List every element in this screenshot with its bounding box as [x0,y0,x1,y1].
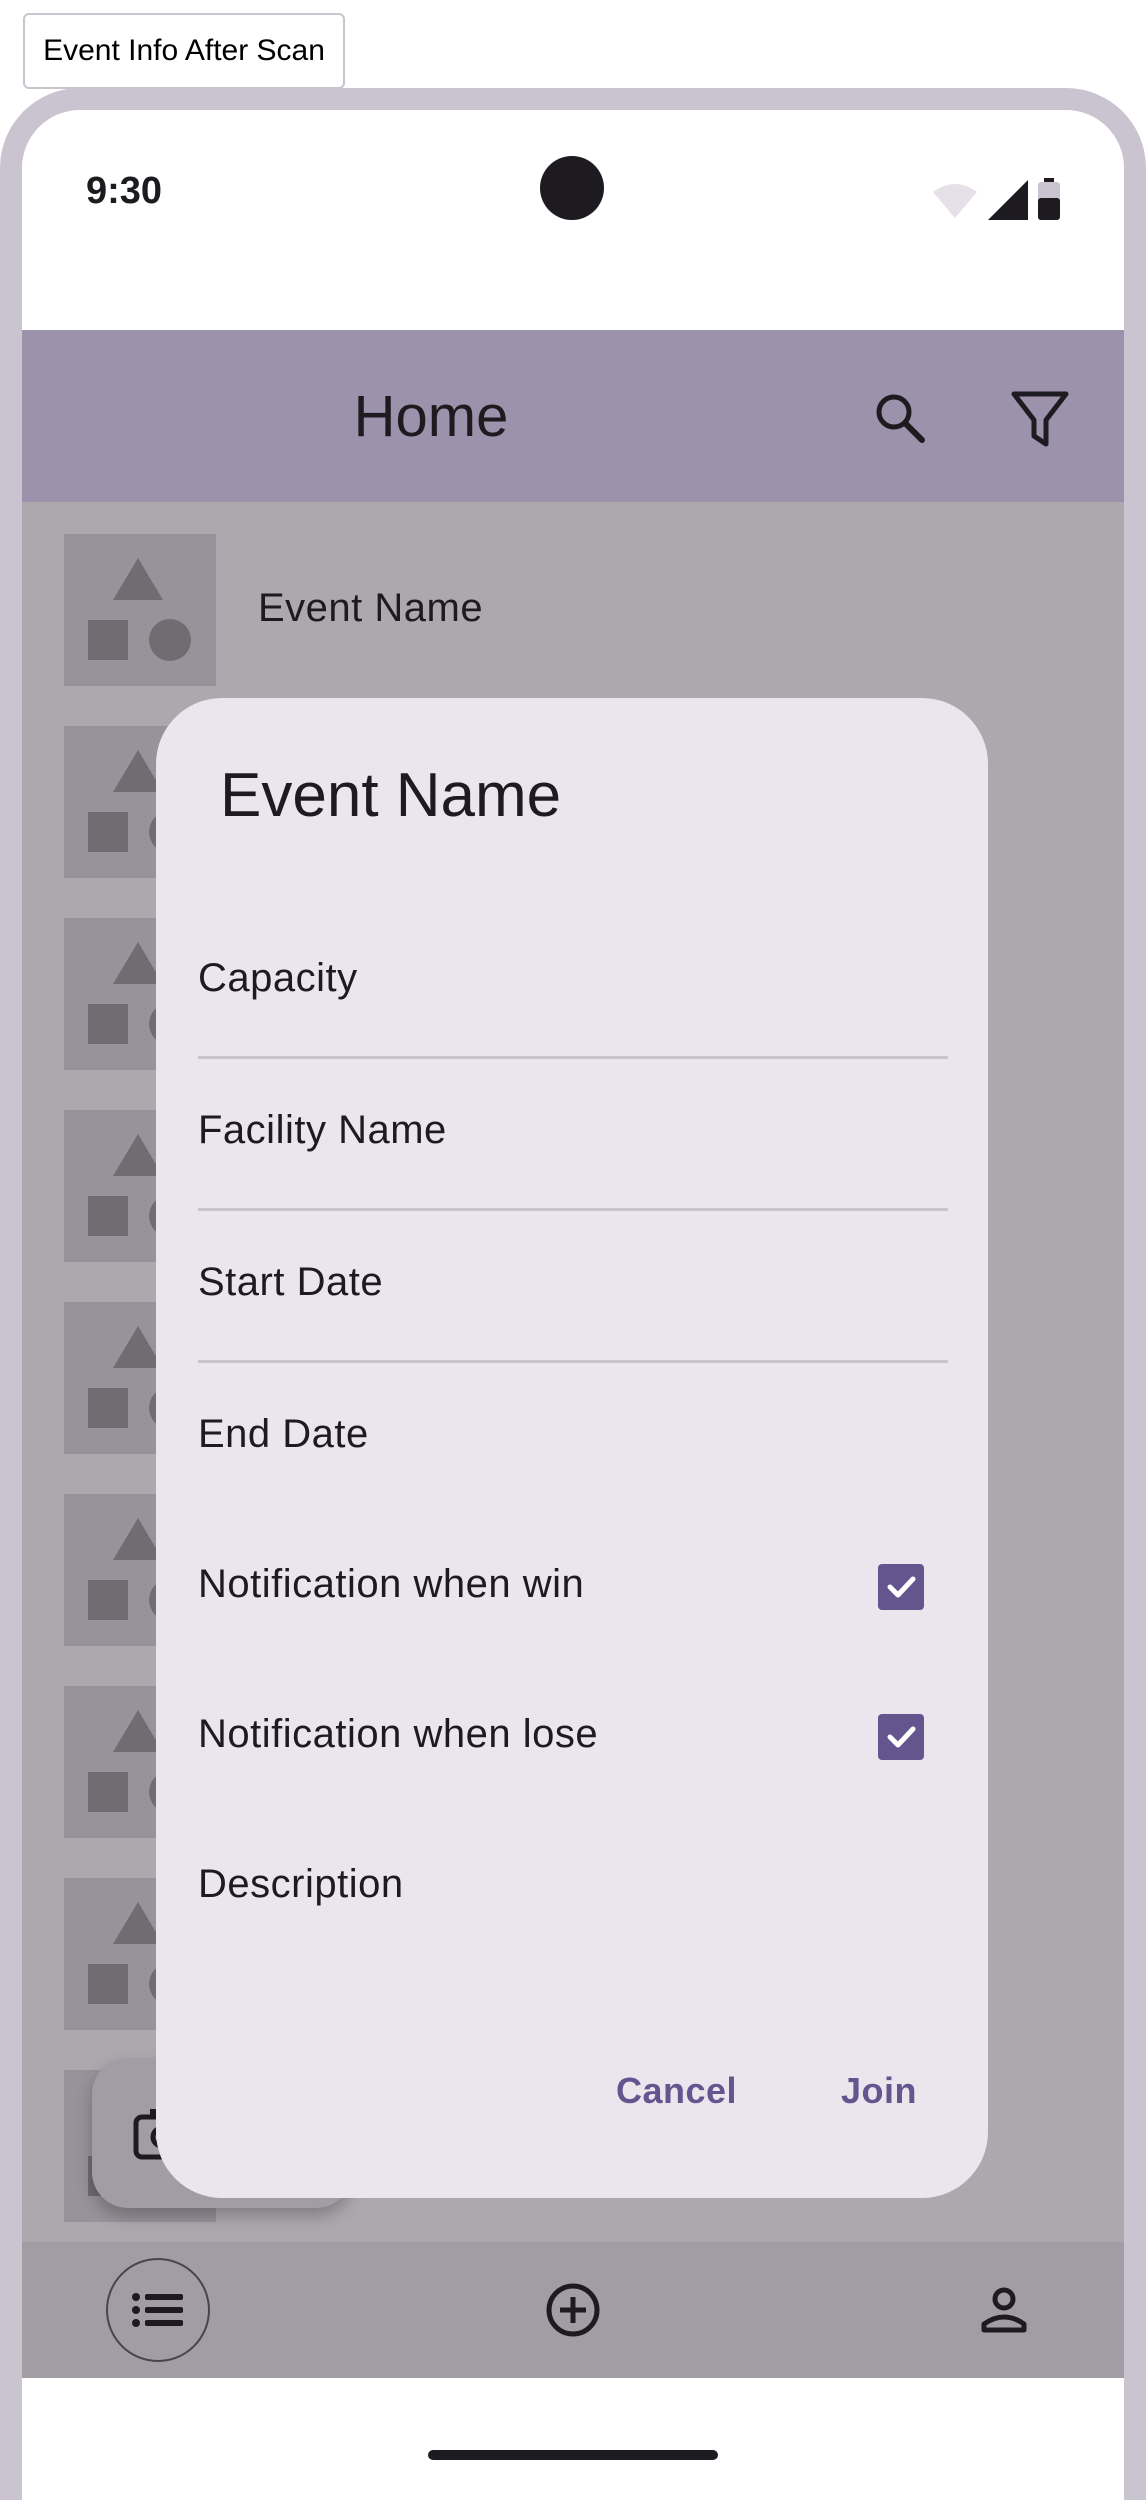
divider [198,1360,948,1363]
nav-profile-button[interactable] [952,2258,1056,2362]
dialog-title: Event Name [220,761,562,830]
filter-icon[interactable] [1002,380,1078,456]
top-app-bar: Home [22,330,1124,502]
cancel-button[interactable]: Cancel [616,2070,737,2112]
list-item-label[interactable]: Event Name [258,586,483,631]
home-gesture-bar[interactable] [428,2450,718,2460]
image-placeholder-icon [88,558,191,661]
gesture-nav-area [22,2378,1124,2500]
bottom-navigation [22,2242,1124,2378]
start-date-field: Start Date [198,1260,384,1304]
page-title: Home [353,383,509,449]
end-date-field: End Date [198,1412,369,1456]
divider [198,1056,948,1059]
search-icon[interactable] [862,380,938,456]
add-circle-icon [546,2283,600,2337]
divider [198,1208,948,1211]
nav-add-button[interactable] [521,2258,625,2362]
battery-icon [1038,178,1060,220]
status-bar: 9:30 [22,110,1124,330]
notify-win-label: Notification when win [198,1562,585,1606]
front-camera [540,156,604,220]
list-item-thumbnail[interactable] [64,534,216,686]
frame-label: Event Info After Scan [23,13,345,89]
wifi-icon [933,184,977,218]
facility-name-field: Facility Name [198,1108,447,1152]
notify-win-checkbox[interactable] [878,1564,924,1610]
notify-lose-checkbox[interactable] [878,1714,924,1760]
check-icon [887,1726,916,1748]
cell-signal-icon [988,180,1028,220]
event-info-dialog: Event Name Capacity Facility Name Start … [156,698,988,2198]
join-button[interactable]: Join [841,2070,917,2112]
capacity-field: Capacity [198,956,358,1000]
nav-list-button[interactable] [106,2258,210,2362]
status-time: 9:30 [86,170,163,212]
description-field: Description [198,1862,404,1906]
check-icon [887,1576,916,1598]
list-icon [132,2293,183,2327]
status-icons [932,178,1060,220]
notify-lose-label: Notification when lose [198,1712,599,1756]
phone-screen: 9:30 Home Event Name Event Name Capacity… [22,110,1124,2500]
person-icon [981,2287,1027,2333]
